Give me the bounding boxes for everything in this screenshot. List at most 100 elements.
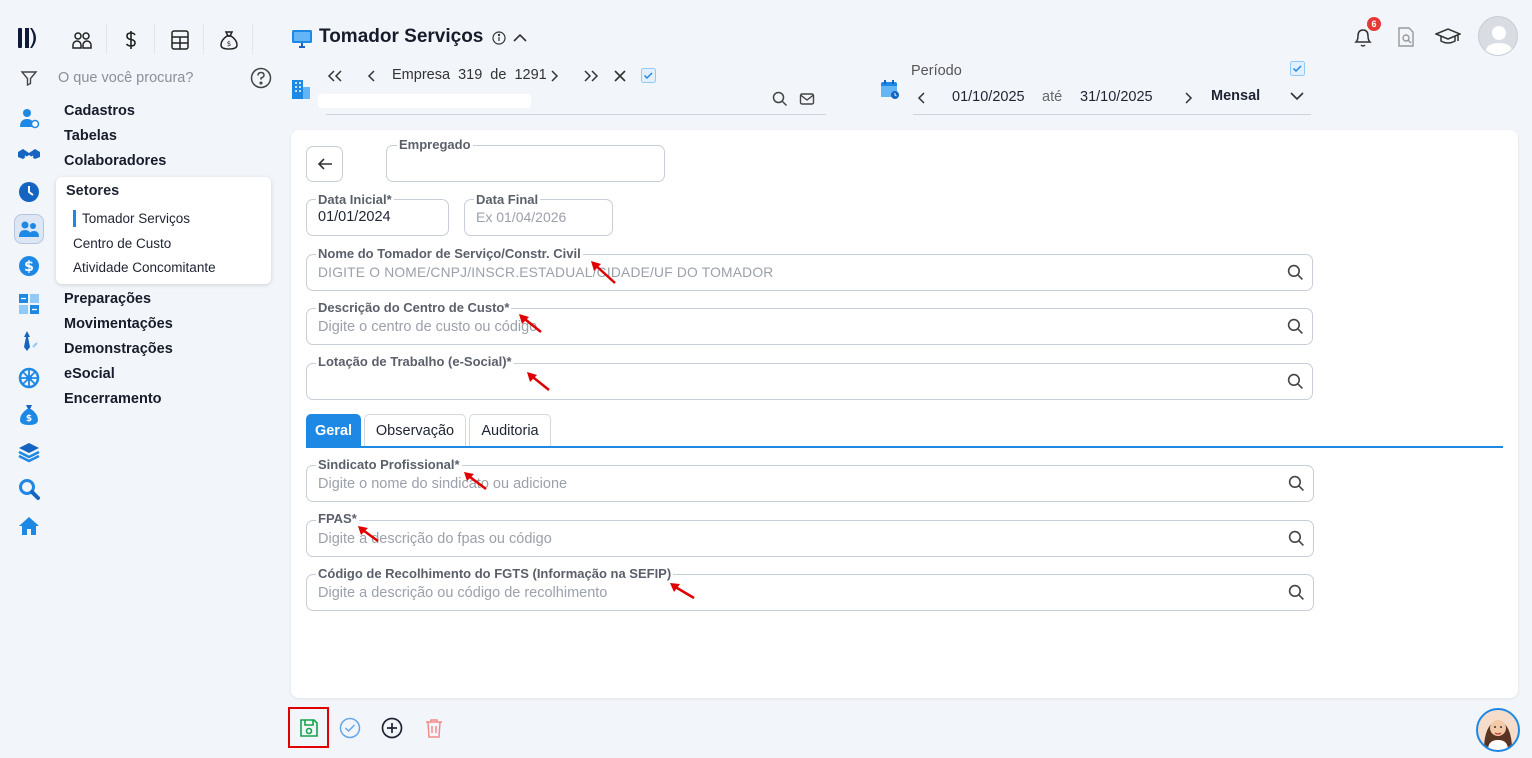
periodo-next-icon[interactable] — [1180, 90, 1196, 106]
data-inicial-value: 01/01/2024 — [318, 209, 391, 225]
first-page-icon[interactable] — [326, 68, 344, 84]
menu-encerramento[interactable]: Encerramento — [64, 391, 162, 407]
pen-rail-icon[interactable] — [14, 326, 44, 356]
periodo-underline — [913, 114, 1311, 115]
clock-rail-icon[interactable] — [14, 177, 44, 207]
empresa-total: 1291 — [514, 67, 547, 83]
layers-rail-icon[interactable] — [14, 437, 44, 467]
network-rail-icon[interactable] — [14, 363, 44, 393]
filter-icon[interactable] — [20, 69, 38, 87]
tab-observacao[interactable]: Observação — [364, 414, 466, 447]
periodo-prev-icon[interactable] — [914, 90, 930, 106]
submenu-header-setores[interactable]: Setores — [66, 183, 119, 199]
prev-page-icon[interactable] — [364, 68, 380, 84]
sindicato-placeholder: Digite o nome do sindicato ou adicione — [318, 476, 568, 492]
delete-button[interactable] — [423, 717, 445, 739]
calculator-rail-icon[interactable] — [14, 289, 44, 319]
menu-esocial[interactable]: eSocial — [64, 366, 115, 382]
people-rail-icon[interactable] — [14, 214, 44, 244]
centro-custo-placeholder: Digite o centro de custo ou código — [318, 319, 538, 335]
empresa-sep: de — [490, 67, 507, 83]
empresa-checkbox[interactable] — [641, 68, 656, 83]
menu-cadastros[interactable]: Cadastros — [64, 103, 135, 119]
next-page-icon[interactable] — [546, 68, 562, 84]
selected-indicator — [73, 210, 76, 227]
dollar-module-icon[interactable] — [116, 25, 146, 55]
help-icon[interactable] — [250, 67, 272, 89]
handshake-rail-icon[interactable] — [14, 140, 44, 170]
tomador-label: Nome do Tomador de Serviço/Constr. Civil — [316, 246, 583, 261]
date-from[interactable]: 01/10/2025 — [952, 89, 1025, 105]
back-button[interactable] — [306, 146, 343, 182]
empresa-search-icon[interactable] — [772, 91, 788, 107]
fgts-search-icon[interactable] — [1288, 584, 1305, 601]
frequency-select[interactable]: Mensal — [1211, 88, 1260, 104]
document-search-icon[interactable] — [1395, 26, 1417, 48]
tab-underline — [306, 446, 1503, 448]
app-logo[interactable] — [16, 24, 44, 52]
people-module-icon[interactable] — [67, 25, 97, 55]
assistant-avatar[interactable] — [1476, 708, 1520, 752]
fpas-field[interactable]: Digite a descrição do fpas ou código — [306, 520, 1314, 557]
empregado-label: Empregado — [397, 137, 473, 152]
confirm-button[interactable] — [339, 717, 361, 739]
svg-text:$: $ — [26, 414, 32, 424]
money-bag-rail-icon[interactable]: $ — [14, 400, 44, 430]
menu-search — [20, 66, 272, 90]
annotation-arrow-sindicato — [464, 472, 487, 490]
menu-colaboradores[interactable]: Colaboradores — [64, 153, 166, 169]
centro-custo-search-icon[interactable] — [1287, 318, 1304, 335]
menu-search-input[interactable] — [58, 70, 228, 86]
search-rail-icon[interactable] — [14, 474, 44, 504]
check-circle-icon — [339, 717, 361, 739]
submenu-item-atividade-concomitante[interactable]: Atividade Concomitante — [73, 260, 216, 275]
annotation-arrow-tomador — [591, 261, 616, 284]
fgts-placeholder: Digite a descrição ou código de recolhim… — [318, 585, 608, 601]
tab-geral[interactable]: Geral — [306, 414, 361, 447]
last-page-icon[interactable] — [582, 68, 600, 84]
date-sep: até — [1042, 89, 1063, 105]
tomador-search-icon[interactable] — [1287, 264, 1304, 281]
sindicato-label: Sindicato Profissional* — [316, 457, 462, 472]
data-inicial-label: Data Inicial* — [316, 192, 394, 207]
dollar-rail-icon[interactable]: $ — [14, 251, 44, 281]
frequency-chevron-down-icon[interactable] — [1289, 89, 1305, 103]
lotacao-search-icon[interactable] — [1287, 373, 1304, 390]
save-icon — [299, 718, 318, 737]
collapse-chevron-up-icon[interactable] — [512, 31, 528, 45]
menu-demonstracoes[interactable]: Demonstrações — [64, 341, 173, 357]
page-title: Tomador Serviços — [319, 26, 484, 47]
plus-circle-icon — [381, 717, 403, 739]
close-icon[interactable] — [612, 68, 628, 84]
mail-icon[interactable] — [799, 91, 815, 107]
info-icon[interactable] — [492, 31, 506, 45]
sindicato-search-icon[interactable] — [1288, 475, 1305, 492]
graduation-cap-icon[interactable] — [1435, 26, 1461, 48]
user-settings-rail-icon[interactable] — [14, 103, 44, 133]
date-to[interactable]: 31/10/2025 — [1080, 89, 1153, 105]
money-bag-module-icon[interactable]: $ — [214, 25, 244, 55]
annotation-arrow-fpas — [358, 526, 379, 543]
submenu-item-centro-de-custo[interactable]: Centro de Custo — [73, 236, 171, 251]
fgts-label: Código de Recolhimento do FGTS (Informaç… — [316, 566, 674, 581]
trash-icon — [426, 719, 442, 738]
submenu-setores: Setores Tomador Serviços Centro de Custo… — [56, 177, 271, 284]
fpas-search-icon[interactable] — [1288, 530, 1305, 547]
submenu-item-tomador-servicos[interactable]: Tomador Serviços — [82, 211, 190, 226]
home-rail-icon[interactable] — [14, 511, 44, 541]
fpas-placeholder: Digite a descrição do fpas ou código — [318, 531, 552, 547]
building-icon — [290, 78, 312, 100]
add-button[interactable] — [381, 717, 403, 739]
user-avatar[interactable] — [1478, 16, 1518, 56]
empresa-label: Empresa — [392, 67, 451, 83]
empresa-name-redacted — [318, 94, 531, 108]
tab-auditoria[interactable]: Auditoria — [469, 414, 551, 447]
tomador-placeholder: DIGITE O NOME/CNPJ/INSCR.ESTADUAL/CIDADE… — [318, 265, 774, 280]
periodo-checkbox[interactable] — [1290, 61, 1305, 76]
menu-movimentacoes[interactable]: Movimentações — [64, 316, 173, 332]
menu-tabelas[interactable]: Tabelas — [64, 128, 117, 144]
save-button[interactable] — [288, 707, 329, 748]
menu-preparacoes[interactable]: Preparações — [64, 291, 151, 307]
svg-text:$: $ — [24, 259, 34, 275]
calculator-module-icon[interactable] — [165, 25, 195, 55]
